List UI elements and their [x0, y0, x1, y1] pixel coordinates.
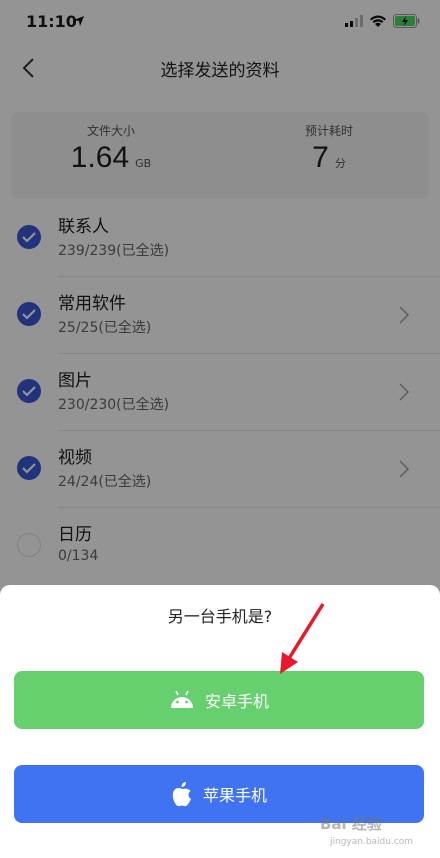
apple-icon: [172, 782, 191, 807]
sheet-title: 另一台手机是?: [167, 607, 273, 626]
watermark-text: Bai 经验: [320, 815, 382, 833]
annotation-arrow-icon: [280, 603, 325, 674]
android-phone-button[interactable]: 安卓手机: [14, 671, 424, 729]
android-phone-label: 安卓手机: [204, 692, 269, 711]
apple-phone-label: 苹果手机: [202, 786, 267, 805]
watermark-sub: jingyan.baidu.com: [330, 837, 414, 847]
android-icon: [170, 690, 193, 708]
baidu-watermark: Bai 经验 jingyan.baidu.com: [320, 805, 436, 855]
